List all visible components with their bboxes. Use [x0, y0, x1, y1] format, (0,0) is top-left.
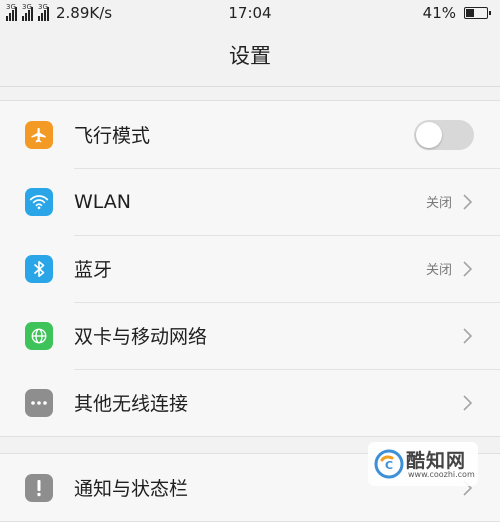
wifi-icon [25, 187, 53, 216]
settings-item-label: 通知与状态栏 [74, 478, 189, 500]
chevron-right-icon [463, 193, 472, 210]
header-divider [0, 86, 500, 87]
settings-item-dual-sim[interactable]: 双卡与移动网络 [0, 302, 500, 369]
more-icon [25, 388, 53, 417]
watermark-url: www.coozhi.com [408, 470, 475, 479]
settings-item-label: 蓝牙 [74, 259, 113, 281]
watermark: C 酷知网 www.coozhi.com [368, 442, 478, 486]
globe-icon [25, 321, 53, 350]
status-right: 41% [422, 4, 491, 22]
notification-icon [25, 473, 53, 502]
chevron-right-icon [463, 394, 472, 411]
settings-item-airplane-mode[interactable]: 飞行模式 [0, 101, 500, 168]
status-bar: 3G 3G 3G 2.89K/s 17:04 41% [0, 0, 500, 26]
battery-icon [464, 7, 491, 19]
settings-item-label: 其他无线连接 [74, 393, 189, 415]
bluetooth-status: 关闭 [425, 263, 452, 278]
watermark-logo-icon: C [374, 449, 404, 479]
watermark-name: 酷知网 [406, 450, 467, 472]
airplane-mode-toggle[interactable] [414, 119, 474, 150]
settings-item-bluetooth[interactable]: 蓝牙 关闭 [0, 235, 500, 302]
settings-item-label: WLAN [74, 190, 132, 213]
wlan-status: 关闭 [425, 196, 452, 211]
settings-item-wlan[interactable]: WLAN 关闭 [0, 168, 500, 235]
settings-item-other-wireless[interactable]: 其他无线连接 [0, 369, 500, 436]
settings-item-label: 双卡与移动网络 [74, 326, 208, 348]
chevron-right-icon [463, 260, 472, 277]
page-title: 设置 [229, 44, 271, 68]
battery-percent: 41% [422, 4, 456, 22]
bluetooth-icon [25, 254, 53, 283]
settings-item-label: 飞行模式 [74, 125, 151, 147]
settings-group-wireless: 飞行模式 WLAN 关闭 蓝牙 关闭 双卡与移动网络 其他无线连接 [0, 100, 500, 437]
toggle-knob [416, 121, 442, 148]
chevron-right-icon [463, 327, 472, 344]
airplane-icon [25, 120, 53, 149]
svg-text:C: C [385, 459, 393, 472]
